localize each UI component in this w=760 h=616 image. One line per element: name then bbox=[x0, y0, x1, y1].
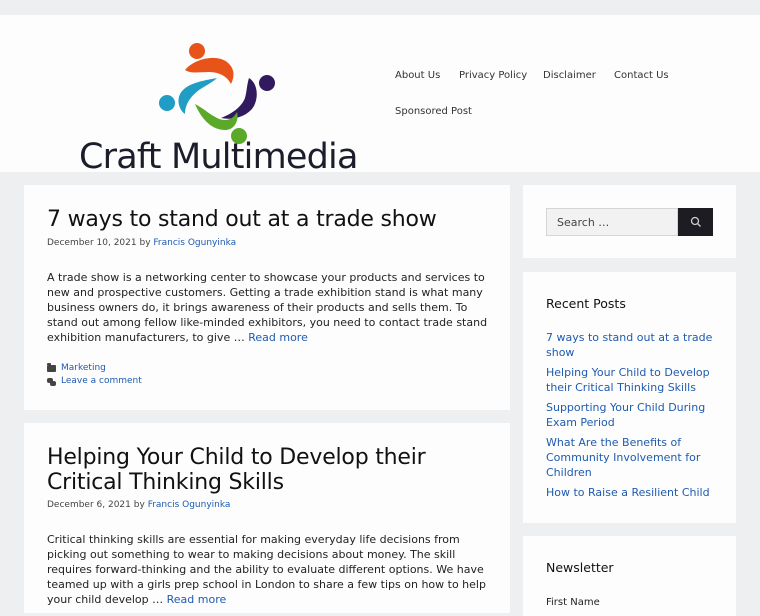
recent-post-link[interactable]: What Are the Benefits of Community Invol… bbox=[546, 436, 700, 479]
recent-posts-list: 7 ways to stand out at a trade show Help… bbox=[546, 330, 716, 505]
nav-about-us[interactable]: About Us bbox=[395, 70, 440, 81]
list-item: How to Raise a Resilient Child bbox=[546, 485, 716, 500]
list-item: Helping Your Child to Develop their Crit… bbox=[546, 365, 716, 395]
list-item: What Are the Benefits of Community Invol… bbox=[546, 435, 716, 480]
post-card: 7 ways to stand out at a trade show Dece… bbox=[24, 185, 510, 410]
post-title-link[interactable]: Helping Your Child to Develop their Crit… bbox=[47, 445, 426, 495]
logo-body-purple bbox=[221, 78, 257, 119]
category-link[interactable]: Marketing bbox=[61, 362, 106, 375]
nav-disclaimer[interactable]: Disclaimer bbox=[543, 70, 596, 81]
post-meta: December 6, 2021 by Francis Ogunyinka bbox=[47, 500, 230, 510]
first-name-label: First Name bbox=[546, 597, 600, 608]
logo-head-blue bbox=[159, 95, 175, 111]
post-by: by bbox=[139, 238, 151, 248]
post-author-link[interactable]: Francis Ogunyinka bbox=[153, 238, 236, 248]
post-date: December 10, 2021 bbox=[47, 238, 137, 248]
post-excerpt: A trade show is a networking center to s… bbox=[47, 270, 492, 345]
folder-icon bbox=[47, 363, 56, 372]
list-item: 7 ways to stand out at a trade show bbox=[546, 330, 716, 360]
post-date: December 6, 2021 bbox=[47, 500, 131, 510]
logo-head-orange bbox=[189, 43, 205, 59]
post-author-link[interactable]: Francis Ogunyinka bbox=[148, 500, 231, 510]
post-title[interactable]: 7 ways to stand out at a trade show bbox=[47, 207, 437, 232]
nav-sponsored-post[interactable]: Sponsored Post bbox=[395, 106, 472, 117]
recent-posts-widget: Recent Posts 7 ways to stand out at a tr… bbox=[523, 272, 736, 523]
read-more-link[interactable]: Read more bbox=[248, 331, 308, 344]
recent-post-link[interactable]: Helping Your Child to Develop their Crit… bbox=[546, 366, 710, 394]
post-title-link[interactable]: 7 ways to stand out at a trade show bbox=[47, 207, 437, 232]
logo-icon[interactable] bbox=[155, 40, 280, 145]
recent-posts-title: Recent Posts bbox=[546, 296, 626, 311]
post-excerpt-text: Critical thinking skills are essential f… bbox=[47, 533, 486, 606]
leave-comment-link[interactable]: Leave a comment bbox=[61, 375, 142, 388]
post-title[interactable]: Helping Your Child to Develop their Crit… bbox=[47, 445, 487, 495]
post-footer-meta: Marketing Leave a comment bbox=[47, 362, 142, 388]
site-header: Craft Multimedia About Us Privacy Policy… bbox=[0, 15, 760, 177]
search-input[interactable] bbox=[546, 208, 678, 236]
recent-post-link[interactable]: How to Raise a Resilient Child bbox=[546, 486, 710, 499]
comment-icon bbox=[47, 377, 56, 386]
nav-contact-us[interactable]: Contact Us bbox=[614, 70, 669, 81]
post-meta: December 10, 2021 by Francis Ogunyinka bbox=[47, 238, 236, 248]
list-item: Supporting Your Child During Exam Period bbox=[546, 400, 716, 430]
search-widget bbox=[523, 185, 736, 258]
search-button[interactable] bbox=[678, 208, 713, 236]
site-title[interactable]: Craft Multimedia bbox=[79, 137, 358, 177]
recent-post-link[interactable]: Supporting Your Child During Exam Period bbox=[546, 401, 705, 429]
post-excerpt: Critical thinking skills are essential f… bbox=[47, 532, 492, 607]
recent-post-link[interactable]: 7 ways to stand out at a trade show bbox=[546, 331, 712, 359]
nav-privacy-policy[interactable]: Privacy Policy bbox=[459, 70, 527, 81]
search-icon bbox=[690, 216, 701, 227]
post-card: Helping Your Child to Develop their Crit… bbox=[24, 423, 510, 613]
newsletter-widget: Newsletter First Name bbox=[523, 536, 736, 616]
logo-head-purple bbox=[259, 75, 275, 91]
post-by: by bbox=[133, 500, 145, 510]
newsletter-title: Newsletter bbox=[546, 560, 614, 575]
